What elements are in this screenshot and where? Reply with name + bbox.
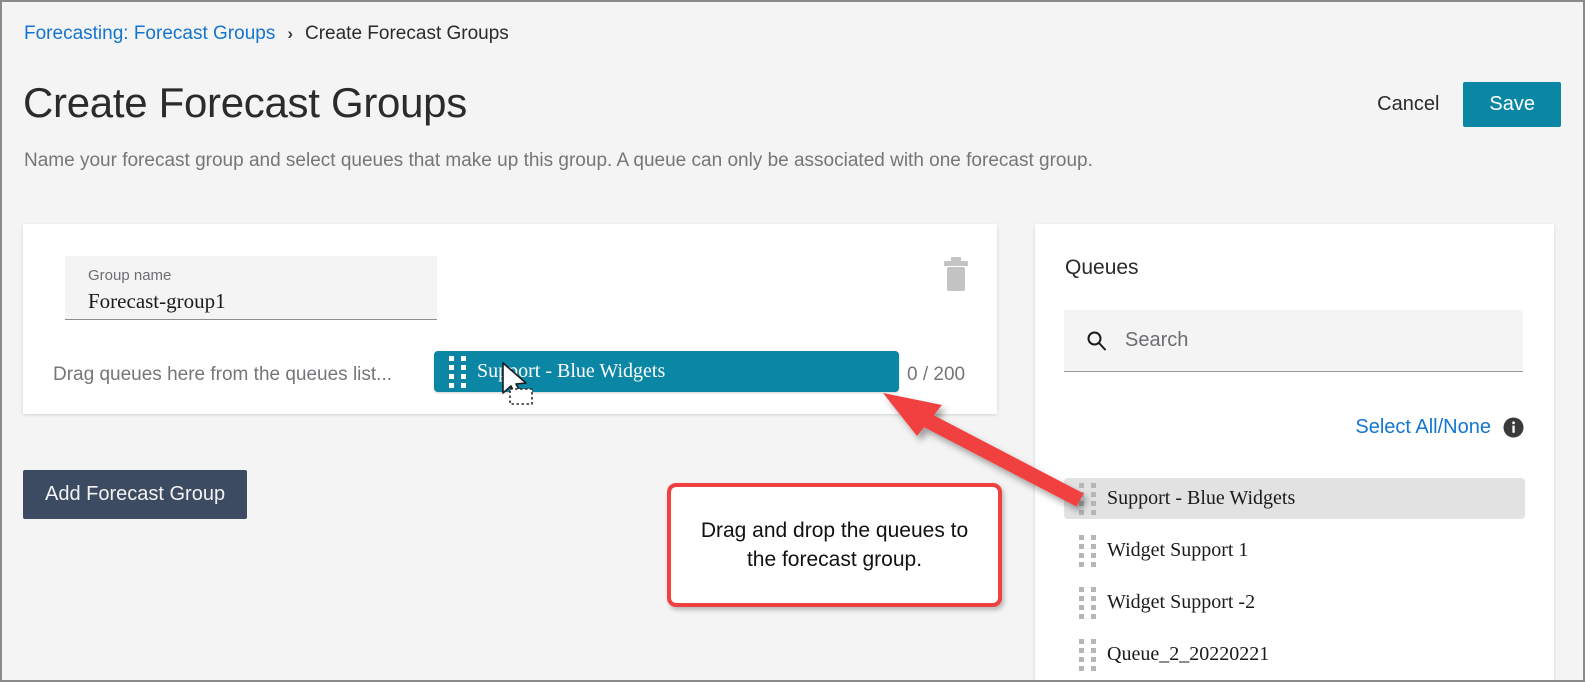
annotation-callout: Drag and drop the queues to the forecast… [667,483,1002,607]
cancel-button[interactable]: Cancel [1373,87,1443,122]
add-forecast-group-button[interactable]: Add Forecast Group [23,470,248,519]
queue-label: Widget Support -2 [1107,591,1256,613]
drag-handle-icon[interactable] [1079,534,1097,567]
list-item[interactable]: Support - Blue Widgets [1064,478,1525,519]
queues-panel-title: Queues [1065,256,1139,279]
drag-handle-icon[interactable] [1079,482,1097,515]
queue-label: Queue_2_20220221 [1107,643,1270,665]
queue-label: Support - Blue Widgets [1107,487,1296,509]
group-name-value: Forecast-group1 [88,289,226,313]
queue-label: Widget Support 1 [1107,539,1249,561]
search-placeholder: Search [1125,329,1189,351]
breadcrumb: Forecasting: Forecast Groups › Create Fo… [24,21,509,47]
info-icon[interactable] [1503,417,1524,438]
queue-list: Support - Blue Widgets Widget Support 1 … [1035,478,1554,680]
trash-icon[interactable] [936,254,976,296]
save-button[interactable]: Save [1463,82,1561,127]
list-item[interactable]: Widget Support 1 [1064,530,1525,571]
drag-handle-icon[interactable] [449,355,467,388]
drop-zone-hint: Drag queues here from the queues list... [53,364,393,385]
list-item[interactable]: Queue_2_20220221 [1064,634,1525,675]
app-window: Forecasting: Forecast Groups › Create Fo… [0,0,1585,682]
search-input[interactable]: Search [1064,310,1523,372]
breadcrumb-link-forecast-groups[interactable]: Forecasting: Forecast Groups [24,21,275,47]
group-name-input[interactable]: Group name Forecast-group1 [65,256,437,320]
annotation-callout-text: Drag and drop the queues to the forecast… [700,519,969,571]
breadcrumb-current: Create Forecast Groups [305,23,509,44]
header-actions: Cancel Save [1373,82,1561,127]
queue-counter: 0 / 200 [907,364,966,385]
chevron-right-icon: › [287,24,293,43]
select-all-row: Select All/None [1355,416,1524,439]
search-icon [1086,330,1107,351]
page-title: Create Forecast Groups [23,79,467,126]
queues-panel: Queues Search Select All/None Support - … [1035,224,1554,680]
dragged-queue-label: Support - Blue Widgets [477,360,666,382]
page-subtitle: Name your forecast group and select queu… [24,150,1093,171]
drag-handle-icon[interactable] [1079,638,1097,671]
drag-handle-icon[interactable] [1079,586,1097,619]
dragged-queue-chip[interactable]: Support - Blue Widgets [434,351,899,392]
group-name-label: Group name [88,267,172,284]
list-item[interactable]: Widget Support -2 [1064,582,1525,623]
select-all-none-link[interactable]: Select All/None [1355,416,1491,439]
